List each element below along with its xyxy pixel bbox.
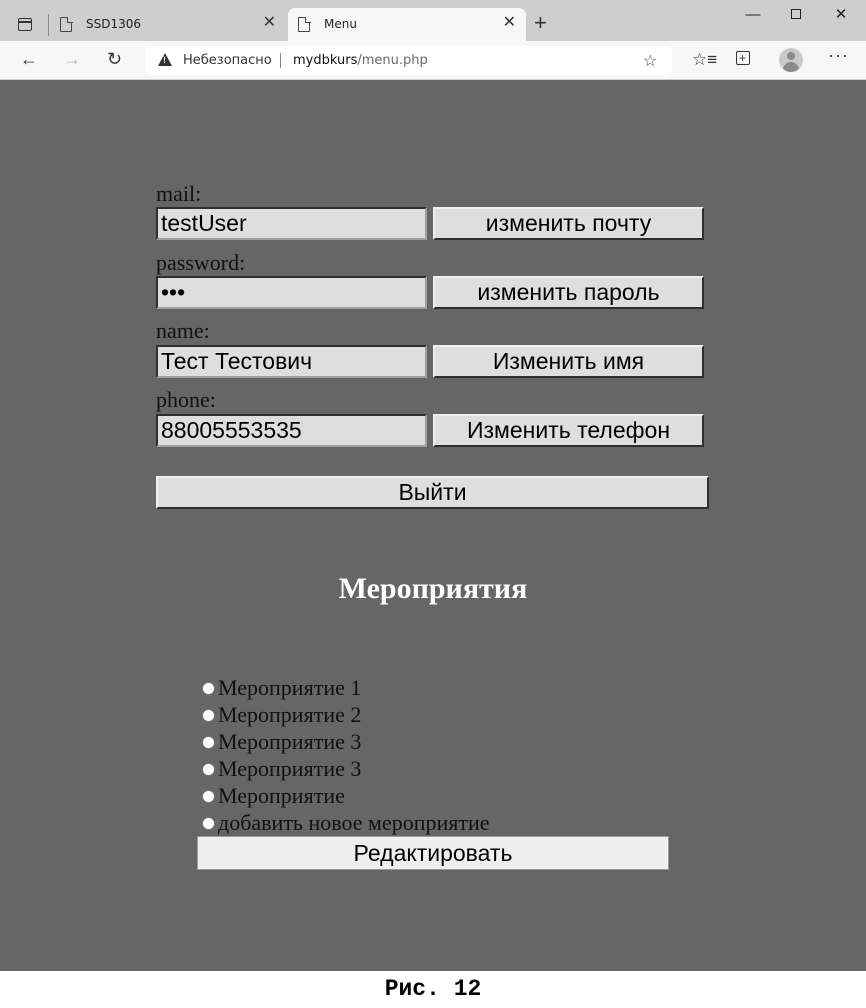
radio-button[interactable] <box>202 709 215 722</box>
tab-actions-button[interactable] <box>12 12 38 38</box>
event-option-label: Мероприятие 1 <box>218 675 362 700</box>
add-favorite-icon[interactable]: ☆ <box>643 51 657 71</box>
radio-button[interactable] <box>202 763 215 776</box>
address-separator <box>280 53 281 68</box>
browser-tab-bar: SSD1306 ✕ Menu ✕ + — ✕ <box>0 0 866 41</box>
favorites-icon[interactable]: ☆≡ <box>692 50 717 70</box>
page-icon <box>60 16 73 32</box>
tab-ssd1306[interactable]: SSD1306 ✕ <box>50 8 286 41</box>
page-viewport: mail: testUser изменить почту password: … <box>0 80 866 971</box>
radio-button[interactable] <box>202 790 215 803</box>
phone-input[interactable]: 88005553535 <box>156 414 427 447</box>
event-option-label: Мероприятие 3 <box>218 729 362 754</box>
mail-input[interactable]: testUser <box>156 207 427 240</box>
security-status[interactable]: Небезопасно <box>183 53 272 68</box>
tab-close-icon[interactable]: ✕ <box>263 15 276 31</box>
page-icon <box>298 16 311 32</box>
password-input[interactable]: ••• <box>156 276 427 309</box>
change-name-button[interactable]: Изменить имя <box>433 345 704 378</box>
profile-avatar[interactable] <box>779 48 803 72</box>
address-bar[interactable]: Небезопасно mydbkurs/menu.php ☆ <box>146 46 672 75</box>
phone-label: phone: <box>156 387 216 412</box>
more-options-icon[interactable]: ··· <box>828 45 849 65</box>
reload-icon[interactable]: ↻ <box>107 49 122 69</box>
name-input[interactable]: Тест Тестович <box>156 345 427 378</box>
tab-title: SSD1306 <box>86 17 142 31</box>
events-heading: Мероприятия <box>338 572 528 605</box>
figure-caption: Рис. 12 <box>384 976 482 1002</box>
event-option-label: добавить новое мероприятие <box>218 810 490 835</box>
window-close-icon[interactable]: ✕ <box>826 4 856 28</box>
collections-icon[interactable] <box>736 48 750 70</box>
minimize-icon[interactable]: — <box>738 4 768 28</box>
name-label: name: <box>156 318 210 343</box>
change-password-button[interactable]: изменить пароль <box>433 276 704 309</box>
tab-actions-icon <box>18 18 32 31</box>
url-text[interactable]: mydbkurs/menu.php <box>293 53 428 68</box>
event-option-label: Мероприятие 3 <box>218 756 362 781</box>
tab-separator <box>48 14 49 36</box>
maximize-icon[interactable] <box>781 4 811 28</box>
tab-menu[interactable]: Menu ✕ <box>288 8 526 41</box>
event-option-label: Мероприятие <box>218 783 345 808</box>
logout-button[interactable]: Выйти <box>156 476 709 509</box>
edit-button[interactable]: Редактировать <box>197 836 669 870</box>
mail-label: mail: <box>156 181 202 206</box>
tab-close-icon[interactable]: ✕ <box>503 15 516 31</box>
radio-button[interactable] <box>202 817 215 830</box>
forward-arrow-icon[interactable]: → <box>63 49 81 69</box>
change-mail-button[interactable]: изменить почту <box>433 207 704 240</box>
new-tab-icon[interactable]: + <box>534 12 547 34</box>
url-host: mydbkurs <box>293 53 358 68</box>
back-arrow-icon[interactable]: ← <box>20 49 38 69</box>
browser-toolbar: ← → ↻ Небезопасно mydbkurs/menu.php ☆ ☆≡… <box>0 41 866 80</box>
warning-icon <box>158 53 172 66</box>
event-option-label: Мероприятие 2 <box>218 702 362 727</box>
tab-title: Menu <box>324 17 357 31</box>
password-label: password: <box>156 250 246 275</box>
radio-button[interactable] <box>202 682 215 695</box>
radio-button[interactable] <box>202 736 215 749</box>
change-phone-button[interactable]: Изменить телефон <box>433 414 704 447</box>
url-path: /menu.php <box>357 53 428 68</box>
